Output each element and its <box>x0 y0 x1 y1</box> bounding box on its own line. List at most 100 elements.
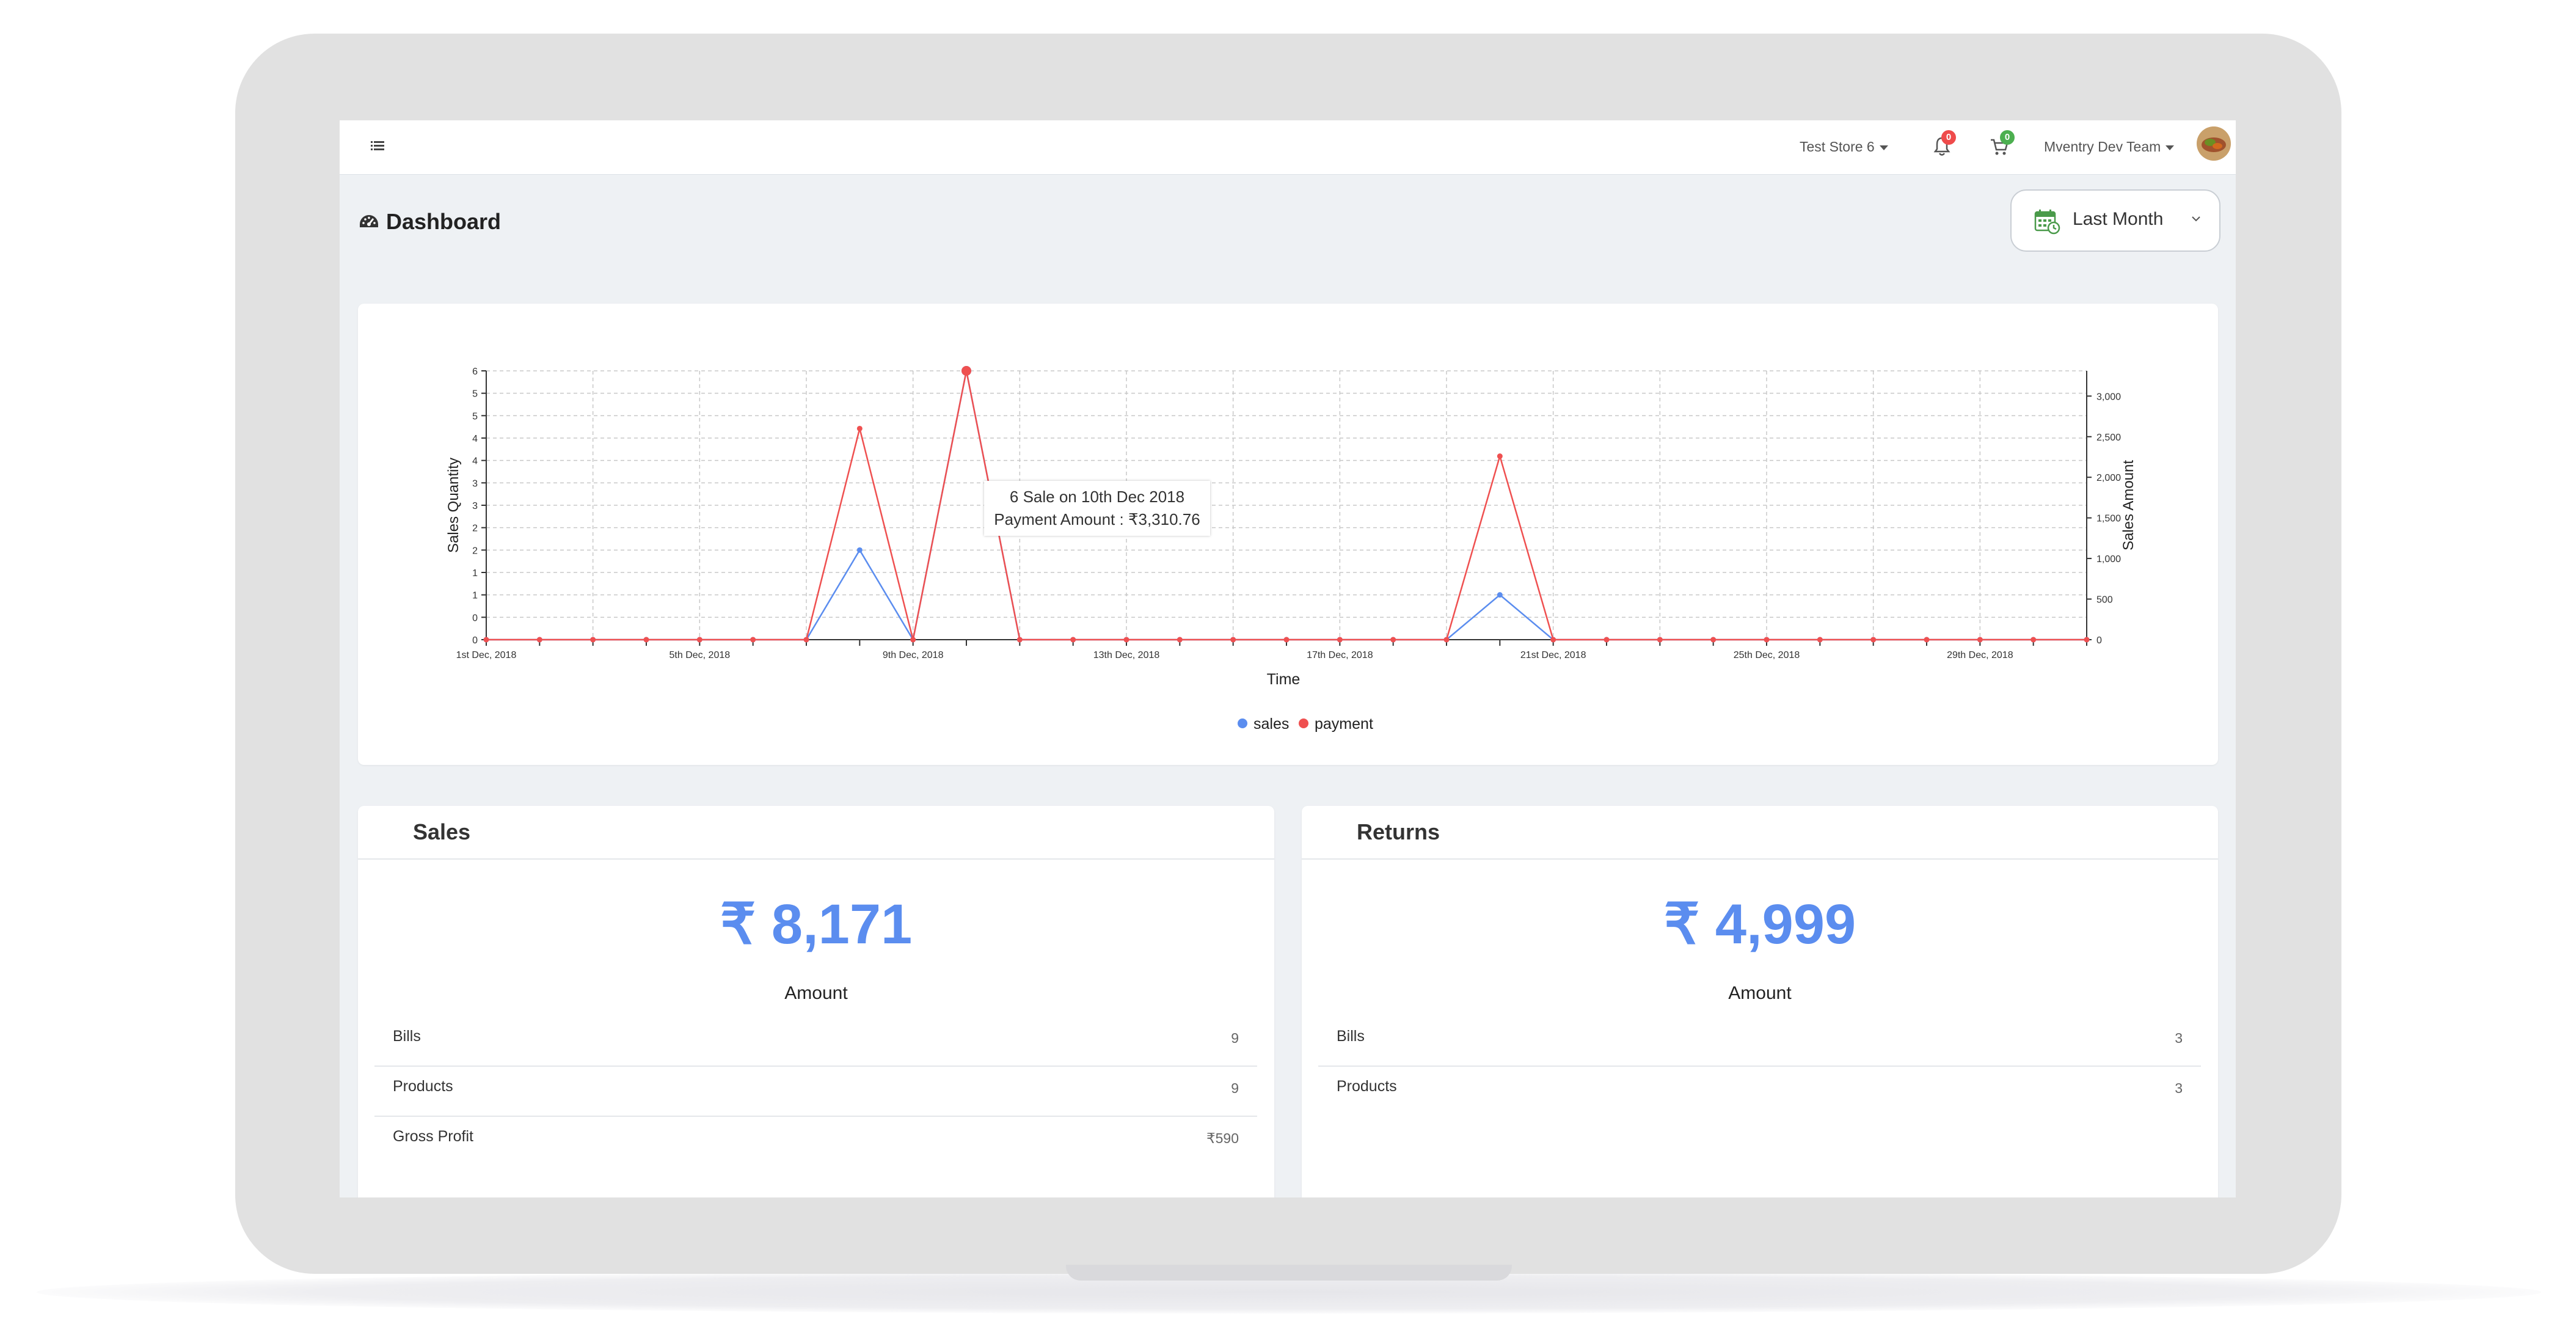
data-point-payment[interactable] <box>1016 637 1023 643</box>
y-right-tick-label: 1,500 <box>2096 514 2121 524</box>
x-tick-label: 13th Dec, 2018 <box>1093 650 1160 660</box>
data-point-payment[interactable] <box>803 637 809 643</box>
x-axis-label: Time <box>1267 671 1301 688</box>
y-right-tick-label: 2,500 <box>2096 433 2121 443</box>
x-tick-label: 21st Dec, 2018 <box>1520 650 1586 660</box>
data-point-payment[interactable] <box>536 637 542 643</box>
data-point-payment[interactable] <box>961 366 971 376</box>
sales-card: Sales ₹ 8,171 Amount Bills 9 Products 9 … <box>358 806 1274 1197</box>
data-point-payment[interactable] <box>856 425 863 431</box>
tooltip-line-2: Payment Amount : ₹3,310.76 <box>994 510 1200 528</box>
y-left-tick-label: 1 <box>472 568 478 579</box>
data-point-payment[interactable] <box>1390 637 1396 643</box>
y-left-tick-label: 2 <box>472 524 478 534</box>
data-point-payment[interactable] <box>1817 637 1823 643</box>
y-right-tick-label: 500 <box>2096 595 2113 605</box>
y-right-tick-label: 3,000 <box>2096 392 2121 402</box>
data-point-payment[interactable] <box>910 637 916 643</box>
data-point-payment[interactable] <box>1070 637 1076 643</box>
y-left-tick-label: 3 <box>472 478 478 489</box>
row-value: 3 <box>2175 1080 2183 1096</box>
data-point-payment[interactable] <box>483 637 489 643</box>
returns-amount-label: Amount <box>1728 983 1792 1003</box>
data-point-payment[interactable] <box>1977 637 1983 643</box>
y-left-tick-label: 5 <box>472 389 478 400</box>
data-point-payment[interactable] <box>2031 637 2037 643</box>
data-point-payment[interactable] <box>1497 453 1503 459</box>
list-item: Products 9 <box>374 1067 1257 1117</box>
returns-card-title: Returns <box>1357 819 1440 844</box>
data-point-payment[interactable] <box>750 637 756 643</box>
data-point-payment[interactable] <box>643 637 649 643</box>
x-tick-label: 9th Dec, 2018 <box>883 650 944 660</box>
y-right-tick-label: 1,000 <box>2096 554 2121 565</box>
data-point-payment[interactable] <box>1177 637 1183 643</box>
y-left-tick-label: 4 <box>472 456 478 467</box>
data-point-payment[interactable] <box>1337 637 1343 643</box>
row-value: 3 <box>2175 1030 2183 1046</box>
y-left-tick-label: 1 <box>472 591 478 601</box>
data-point-payment[interactable] <box>1870 637 1877 643</box>
list-item: Products 3 <box>1318 1067 2201 1116</box>
list-item: Gross Profit ₹590 <box>374 1117 1257 1166</box>
sales-chart: 0 0 1 1 2 2 3 3 4 4 5 5 6 0 500 1,000 1,500 2,000 2,500 3,0… <box>445 366 2137 733</box>
legend-marker-sales <box>1238 718 1247 728</box>
x-tick-label: 17th Dec, 2018 <box>1307 650 1373 660</box>
data-point-payment[interactable] <box>1657 637 1663 643</box>
data-point-payment[interactable] <box>1230 637 1236 643</box>
data-point-sales[interactable] <box>1497 592 1503 598</box>
legend-marker-payment <box>1299 718 1308 728</box>
y-left-tick-label: 0 <box>472 613 478 623</box>
row-value: ₹590 <box>1206 1130 1239 1146</box>
returns-card-header: Returns <box>1302 806 2218 860</box>
x-tick-label: 5th Dec, 2018 <box>670 650 731 660</box>
legend-label-sales[interactable]: sales <box>1253 715 1289 733</box>
data-point-payment[interactable] <box>696 637 702 643</box>
y-left-tick-label: 5 <box>472 411 478 422</box>
tooltip-line-1: 6 Sale on 10th Dec 2018 <box>1009 488 1185 506</box>
data-point-payment[interactable] <box>1924 637 1930 643</box>
row-label: Products <box>393 1078 453 1095</box>
row-label: Gross Profit <box>393 1128 473 1145</box>
y-left-tick-label: 3 <box>472 501 478 511</box>
sales-card-header: Sales <box>358 806 1274 860</box>
data-point-payment[interactable] <box>1123 637 1129 643</box>
data-point-payment[interactable] <box>1550 637 1556 643</box>
row-label: Bills <box>1337 1028 1365 1045</box>
list-item: Bills 9 <box>374 1017 1257 1067</box>
y-left-tick-label: 0 <box>472 635 478 646</box>
data-point-payment[interactable] <box>590 637 596 643</box>
data-point-payment[interactable] <box>1443 637 1450 643</box>
data-point-payment[interactable] <box>1283 637 1290 643</box>
sales-amount-label: Amount <box>784 983 848 1003</box>
returns-card: Returns ₹ 4,999 Amount Bills 3 Products … <box>1302 806 2218 1197</box>
y-right-axis-label: Sales Amount <box>2120 460 2137 550</box>
chart-tooltip: 6 Sale on 10th Dec 2018 Payment Amount :… <box>984 481 1210 536</box>
data-point-payment[interactable] <box>1764 637 1770 643</box>
app-screen: Test Store 6 0 0 Mventry Dev Team Dashbo… <box>340 120 2236 1197</box>
chart-legend: sales payment <box>1238 715 1373 733</box>
y-left-axis-label: Sales Quantity <box>445 458 462 553</box>
y-right-tick-label: 0 <box>2096 635 2102 646</box>
y-right-tick-label: 2,000 <box>2096 473 2121 483</box>
data-point-payment[interactable] <box>2084 637 2090 643</box>
y-left-tick-label: 4 <box>472 434 478 444</box>
x-tick-label: 25th Dec, 2018 <box>1734 650 1800 660</box>
row-label: Products <box>1337 1078 1397 1095</box>
sales-card-title: Sales <box>413 819 471 844</box>
data-point-payment[interactable] <box>1710 637 1717 643</box>
legend-label-payment[interactable]: payment <box>1315 715 1373 733</box>
data-point-sales[interactable] <box>856 547 863 553</box>
returns-amount: ₹ 4,999 <box>1663 893 1856 956</box>
row-value: 9 <box>1231 1030 1239 1046</box>
row-value: 9 <box>1231 1080 1239 1096</box>
row-label: Bills <box>393 1028 421 1045</box>
y-left-tick-label: 6 <box>472 367 478 377</box>
x-tick-label: 29th Dec, 2018 <box>1947 650 2013 660</box>
y-left-tick-label: 2 <box>472 546 478 556</box>
laptop-notch <box>1066 1265 1512 1281</box>
list-item: Bills 3 <box>1318 1017 2201 1067</box>
x-tick-label: 1st Dec, 2018 <box>456 650 517 660</box>
sales-amount: ₹ 8,171 <box>720 893 913 956</box>
data-point-payment[interactable] <box>1604 637 1610 643</box>
